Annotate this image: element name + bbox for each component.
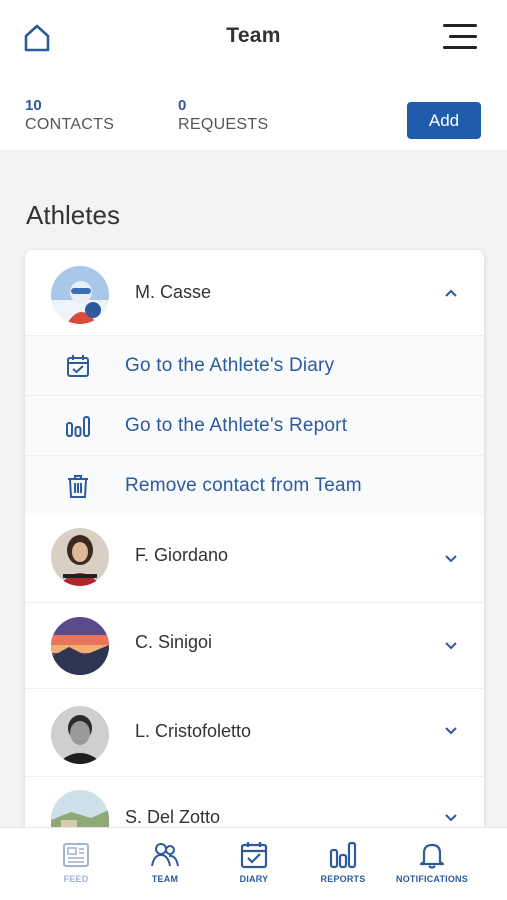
athlete-name: M. Casse bbox=[135, 282, 212, 302]
nav-item-diary[interactable]: DIARY bbox=[209, 828, 299, 900]
trash-icon bbox=[68, 475, 88, 498]
athlete-name: S. Del Zotto bbox=[125, 807, 221, 827]
contacts-stat[interactable]: 10 CONTACTS bbox=[25, 98, 114, 136]
avatar bbox=[51, 528, 109, 586]
athlete-actions-panel: Go to the Athlete's Diary Go to the Athl… bbox=[25, 335, 484, 515]
chevron-down-icon[interactable] bbox=[444, 726, 458, 736]
bottom-navigation: FEED TEAM DIARY REPORTS NOTIFICATIONS bbox=[0, 827, 507, 900]
go-to-diary-link[interactable]: Go to the Athlete's Diary bbox=[25, 336, 484, 396]
bar-chart-icon bbox=[329, 841, 357, 869]
nav-label: DIARY bbox=[239, 874, 269, 884]
athlete-name: L. Cristofoletto bbox=[135, 721, 252, 741]
calendar-check-icon bbox=[240, 842, 268, 869]
nav-label: TEAM bbox=[151, 874, 179, 884]
nav-label: REPORTS bbox=[320, 874, 366, 884]
athletes-list: M. Casse Go to the Athlete's Diary Go to… bbox=[25, 250, 484, 890]
contacts-count: 10 bbox=[25, 97, 42, 114]
chevron-down-icon[interactable] bbox=[444, 813, 458, 823]
requests-stat[interactable]: 0 REQUESTS bbox=[178, 98, 268, 136]
bell-icon bbox=[419, 843, 445, 869]
athlete-row[interactable]: C. Sinigoi bbox=[25, 603, 484, 689]
chevron-down-icon[interactable] bbox=[444, 554, 458, 564]
calendar-check-icon bbox=[67, 355, 89, 377]
nav-item-feed[interactable]: FEED bbox=[31, 828, 121, 900]
page-title: Team bbox=[226, 24, 281, 47]
requests-count: 0 bbox=[178, 97, 187, 114]
go-to-report-link[interactable]: Go to the Athlete's Report bbox=[25, 396, 484, 456]
nav-item-team[interactable]: TEAM bbox=[120, 828, 210, 900]
avatar bbox=[51, 706, 109, 764]
add-button[interactable]: Add bbox=[407, 102, 481, 139]
athlete-row[interactable]: M. Casse bbox=[25, 250, 484, 335]
nav-label: FEED bbox=[63, 874, 89, 884]
athlete-row[interactable]: L. Cristofoletto bbox=[25, 689, 484, 777]
chevron-down-icon[interactable] bbox=[444, 641, 458, 651]
hamburger-menu-icon[interactable] bbox=[443, 24, 479, 50]
requests-label: REQUESTS bbox=[178, 116, 269, 133]
nav-label: NOTIFICATIONS bbox=[396, 874, 468, 884]
action-label: Remove contact from Team bbox=[125, 475, 362, 496]
athlete-row[interactable]: F. Giordano bbox=[25, 515, 484, 603]
action-label: Go to the Athlete's Report bbox=[125, 415, 348, 436]
feed-icon bbox=[63, 843, 89, 867]
athlete-name: C. Sinigoi bbox=[135, 632, 213, 652]
nav-item-reports[interactable]: REPORTS bbox=[298, 828, 388, 900]
bar-chart-icon bbox=[66, 416, 90, 437]
avatar bbox=[51, 266, 109, 324]
chevron-up-icon[interactable] bbox=[444, 288, 458, 298]
remove-contact-link[interactable]: Remove contact from Team bbox=[25, 456, 484, 516]
contacts-label: CONTACTS bbox=[25, 116, 115, 133]
avatar bbox=[51, 617, 109, 675]
section-title: Athletes bbox=[26, 200, 120, 230]
action-label: Go to the Athlete's Diary bbox=[125, 355, 335, 376]
nav-item-notifications[interactable]: NOTIFICATIONS bbox=[387, 828, 477, 900]
top-bar: Team 10 CONTACTS 0 REQUESTS Add bbox=[0, 0, 507, 150]
team-icon bbox=[151, 843, 179, 867]
athlete-name: F. Giordano bbox=[135, 545, 229, 565]
